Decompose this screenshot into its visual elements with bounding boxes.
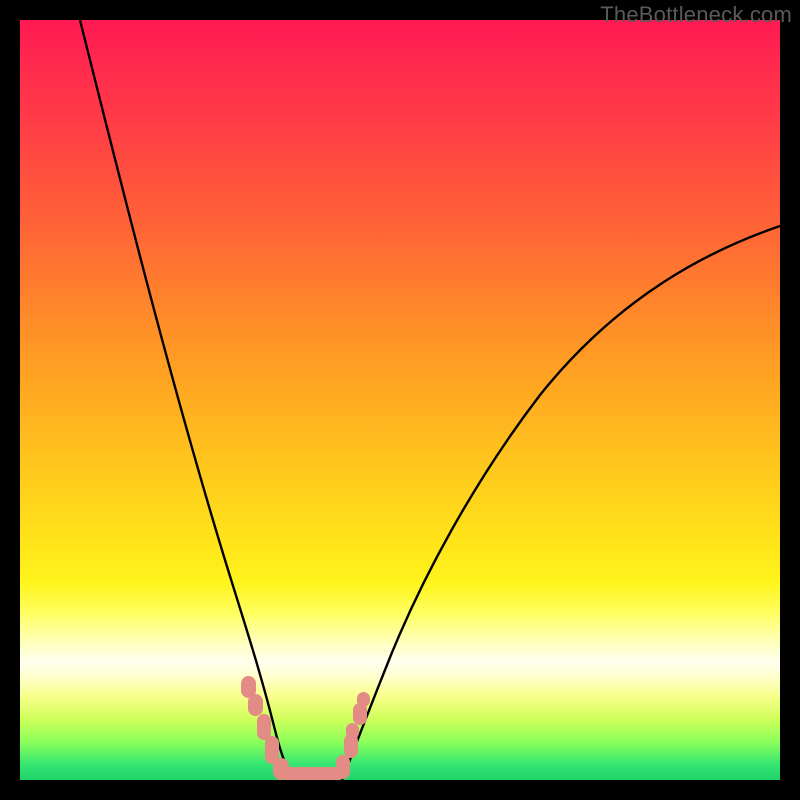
left-branch <box>80 20 295 780</box>
plot-area <box>20 20 780 780</box>
bottleneck-curve <box>20 20 780 780</box>
valley-marker-8 <box>346 723 359 739</box>
watermark-text: TheBottleneck.com <box>600 2 792 28</box>
right-branch <box>342 226 780 780</box>
valley-marker-6 <box>336 755 350 779</box>
valley-floor <box>280 767 344 780</box>
valley-marker-10 <box>357 692 370 707</box>
valley-marker-2 <box>248 694 263 716</box>
chart-frame: TheBottleneck.com <box>0 0 800 800</box>
